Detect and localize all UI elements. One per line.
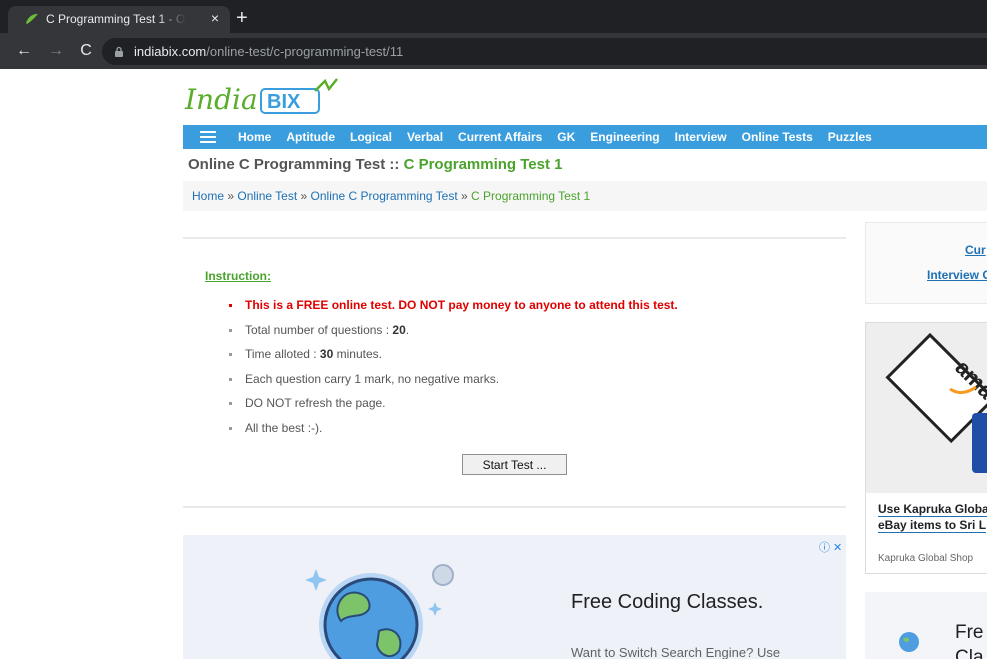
sidebar-ad-2[interactable]: Fre Cla xyxy=(865,592,987,659)
instruction-item-refresh: DO NOT refresh the page. xyxy=(229,396,678,421)
instruction-item-marks: Each question carry 1 mark, no negative … xyxy=(229,372,678,397)
reload-button[interactable]: C xyxy=(76,41,96,61)
indiabix-favicon-icon xyxy=(26,14,38,24)
instruction-item-time: Time alloted : 30 minutes. xyxy=(229,347,678,372)
back-button[interactable]: ← xyxy=(14,41,34,61)
url-input[interactable]: indiabix.com/online-test/c-programming-t… xyxy=(102,38,987,65)
nav-home[interactable]: Home xyxy=(238,130,271,144)
instruction-list: This is a FREE online test. DO NOT pay m… xyxy=(229,298,678,445)
indiabix-logo[interactable]: India BIX xyxy=(183,77,343,119)
tab-title: C Programming Test 1 - Online C Programm… xyxy=(46,12,186,26)
nav-engineering[interactable]: Engineering xyxy=(590,130,659,144)
browser-tab-bar: C Programming Test 1 - Online C Programm… xyxy=(0,0,987,33)
globe-magnifier-icon xyxy=(305,564,454,659)
sidebar-ad-source: Kapruka Global Shop xyxy=(878,553,974,564)
ad-title: Free Coding Classes. xyxy=(571,591,764,613)
lock-icon xyxy=(115,46,123,57)
sidebar-ad[interactable]: ama Use Kapruka Globa eBay items to Sri L… xyxy=(865,322,987,574)
breadcrumb-c-test[interactable]: Online C Programming Test xyxy=(311,189,458,203)
breadcrumb-online-test[interactable]: Online Test xyxy=(237,189,297,203)
svg-text:India: India xyxy=(184,83,258,116)
breadcrumb: Home » Online Test » Online C Programmin… xyxy=(192,189,591,203)
breadcrumb-bar: Home » Online Test » Online C Programmin… xyxy=(183,181,987,211)
globe-icon xyxy=(899,632,919,652)
start-test-button[interactable]: Start Test ... xyxy=(462,454,567,475)
sidebar-ad-2-title: Fre xyxy=(955,622,984,643)
amazon-box-image: ama xyxy=(866,323,987,493)
sidebar-links-box xyxy=(865,222,987,304)
nav-current-affairs[interactable]: Current Affairs xyxy=(458,130,542,144)
instruction-item-questions: Total number of questions : 20. xyxy=(229,323,678,348)
nav-aptitude[interactable]: Aptitude xyxy=(286,130,335,144)
page-title: Online C Programming Test :: C Programmi… xyxy=(188,156,563,173)
tab-close-icon[interactable]: × xyxy=(207,10,223,26)
svg-text:BIX: BIX xyxy=(267,91,301,113)
nav-interview[interactable]: Interview xyxy=(675,130,727,144)
breadcrumb-current: C Programming Test 1 xyxy=(471,189,591,203)
nav-puzzles[interactable]: Puzzles xyxy=(828,130,872,144)
nav-gk[interactable]: GK xyxy=(557,130,575,144)
forward-button[interactable]: → xyxy=(46,41,66,61)
sidebar-link-current-affairs[interactable]: Cur xyxy=(965,243,986,257)
browser-tab[interactable]: C Programming Test 1 - Online C Programm… xyxy=(8,6,230,33)
divider xyxy=(183,506,846,508)
new-tab-button[interactable]: + xyxy=(236,8,248,28)
nav-logical[interactable]: Logical xyxy=(350,130,392,144)
sidebar-link-interview[interactable]: Interview C xyxy=(927,268,987,282)
sidebar-ad-2-title-2: Cla xyxy=(955,647,984,659)
web-page: India BIX Home Aptitude Logical Verbal C… xyxy=(0,69,987,659)
url-text: indiabix.com/online-test/c-programming-t… xyxy=(134,44,404,59)
instruction-item-best: All the best :-). xyxy=(229,421,678,446)
ad-subtitle: Want to Switch Search Engine? Use xyxy=(571,645,781,659)
ad-choices-icon[interactable]: ⓘ ✕ xyxy=(819,539,842,555)
ad-banner[interactable]: Free Coding Classes. Want to Switch Sear… xyxy=(183,535,846,659)
sidebar-ad-text: Use Kapruka Globa eBay items to Sri L xyxy=(878,502,987,533)
breadcrumb-home[interactable]: Home xyxy=(192,189,224,203)
nav-online-tests[interactable]: Online Tests xyxy=(742,130,813,144)
nav-verbal[interactable]: Verbal xyxy=(407,130,443,144)
instruction-heading: Instruction: xyxy=(205,269,271,283)
main-nav: Home Aptitude Logical Verbal Current Aff… xyxy=(183,125,987,149)
divider xyxy=(183,237,846,239)
menu-icon[interactable] xyxy=(200,128,216,146)
browser-address-bar: ← → C indiabix.com/online-test/c-program… xyxy=(0,33,987,69)
instruction-item-free: This is a FREE online test. DO NOT pay m… xyxy=(229,298,678,323)
